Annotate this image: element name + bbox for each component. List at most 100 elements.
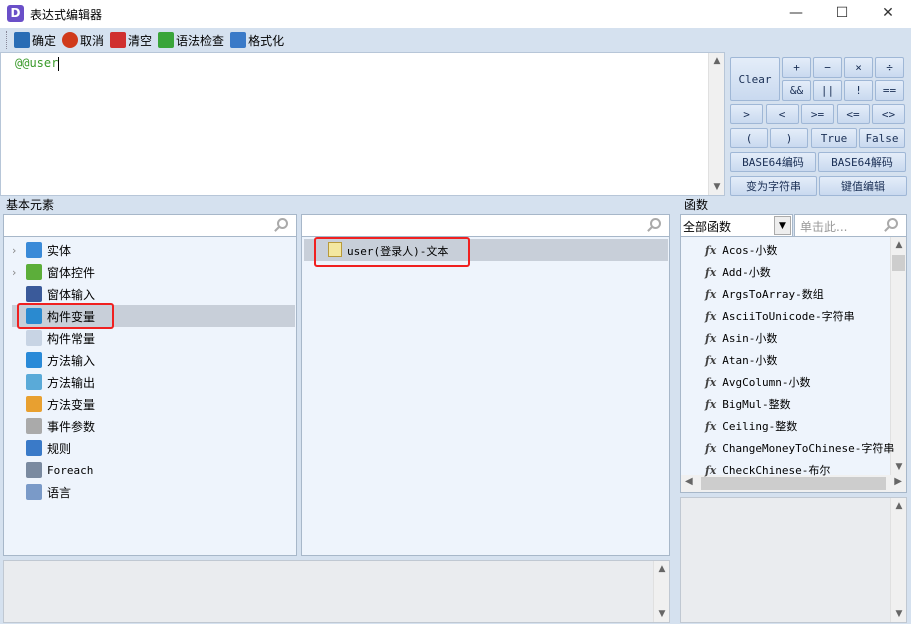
tree-item-label: 方法变量 xyxy=(47,397,96,412)
function-item[interactable]: fx BigMul-整数 xyxy=(705,393,791,415)
tree-item-1[interactable]: › 窗体控件 xyxy=(12,261,296,283)
function-item[interactable]: fx CheckChinese-布尔 xyxy=(705,459,830,481)
toolbar-button-save[interactable]: 确定 xyxy=(14,32,56,49)
operator-button[interactable]: && xyxy=(782,80,811,101)
function-icon: fx xyxy=(705,265,717,279)
function-label: ChangeMoneyToChinese-字符串 xyxy=(722,442,895,455)
base64-decode-button[interactable]: BASE64解码 xyxy=(818,152,906,172)
rule-icon xyxy=(26,440,42,456)
function-item[interactable]: fx Ceiling-整数 xyxy=(705,415,797,437)
tree-item-0[interactable]: › 实体 xyxy=(12,239,296,261)
function-label: Ceiling-整数 xyxy=(722,420,798,433)
function-icon: fx xyxy=(705,309,717,323)
function-category-select[interactable]: 全部函数 ▼ xyxy=(680,214,793,237)
function-description-box: ▲ ▼ xyxy=(680,497,907,623)
operator-button[interactable]: > xyxy=(730,104,763,124)
search-icon[interactable] xyxy=(887,218,898,229)
function-label: CheckChinese-布尔 xyxy=(722,464,831,477)
function-icon: fx xyxy=(705,419,717,433)
tree-item-11[interactable]: 语言 xyxy=(12,481,296,503)
operator-button[interactable]: + xyxy=(782,57,811,78)
operator-button[interactable]: || xyxy=(813,80,842,101)
text-caret xyxy=(58,56,60,71)
function-icon: fx xyxy=(705,243,717,257)
description-scrollbar[interactable]: ▲ ▼ xyxy=(653,561,669,622)
function-item[interactable]: fx AvgColumn-小数 xyxy=(705,371,811,393)
chevron-right-icon[interactable]: › xyxy=(12,266,26,279)
operator-button[interactable]: True xyxy=(811,128,857,148)
operator-button[interactable]: − xyxy=(813,57,842,78)
function-item[interactable]: fx Acos-小数 xyxy=(705,239,777,261)
tree-item-2[interactable]: 窗体输入 xyxy=(12,283,296,305)
tree-item-6[interactable]: 方法输出 xyxy=(12,371,296,393)
toolbar-button-power[interactable]: 取消 xyxy=(62,32,104,49)
expression-editor[interactable]: @@user ▲ ▼ xyxy=(0,52,725,196)
function-item[interactable]: fx ChangeMoneyToChinese-字符串 xyxy=(705,437,894,459)
editor-scrollbar[interactable]: ▲ ▼ xyxy=(708,53,724,195)
method-variable-icon xyxy=(26,396,42,412)
clear-button[interactable]: Clear xyxy=(730,57,780,101)
operator-button[interactable]: False xyxy=(859,128,905,148)
scroll-up-icon[interactable]: ▲ xyxy=(709,53,725,69)
method-output-icon xyxy=(26,374,42,390)
search-icon[interactable] xyxy=(650,218,661,229)
var-icon xyxy=(26,286,42,302)
chevron-down-icon[interactable]: ▼ xyxy=(774,216,791,235)
middle-search-input[interactable] xyxy=(301,214,670,237)
toolbar-button-clear[interactable]: 清空 xyxy=(110,32,152,49)
function-item[interactable]: fx Atan-小数 xyxy=(705,349,777,371)
operator-button[interactable]: ÷ xyxy=(875,57,904,78)
scroll-down-icon[interactable]: ▼ xyxy=(709,179,725,195)
kv-edit-button[interactable]: 键值编辑 xyxy=(819,176,907,196)
basic-search-input[interactable] xyxy=(3,214,297,237)
basic-elements-tree: › 实体 › 窗体控件 窗体输入 构件变量 构件常量 方法输入 方法输出 方法变量 事件参数 规则 Fo… xyxy=(3,236,297,556)
function-icon: fx xyxy=(705,331,717,345)
close-button[interactable]: ✕ xyxy=(865,0,911,28)
toolbar-button-label: 确定 xyxy=(32,33,57,48)
to-string-button[interactable]: 变为字符串 xyxy=(730,176,817,196)
function-search-input[interactable]: 单击此... xyxy=(794,214,907,237)
operator-button[interactable]: ! xyxy=(844,80,873,101)
function-item[interactable]: fx AsciiToUnicode-字符串 xyxy=(705,305,855,327)
function-item[interactable]: fx ArgsToArray-数组 xyxy=(705,283,824,305)
tree-item-9[interactable]: 规则 xyxy=(12,437,296,459)
function-label: AsciiToUnicode-字符串 xyxy=(722,310,855,323)
function-item[interactable]: fx Asin-小数 xyxy=(705,327,777,349)
operator-button[interactable]: == xyxy=(875,80,904,101)
function-item[interactable]: fx Add-小数 xyxy=(705,261,771,283)
operator-button[interactable]: <= xyxy=(836,104,870,124)
minimize-button[interactable]: — xyxy=(773,0,819,28)
foreach-icon xyxy=(26,462,42,478)
operator-button[interactable]: <> xyxy=(872,104,905,124)
toolbar-button-shield-check[interactable]: 语法检查 xyxy=(158,32,224,49)
tree-item-label: 规则 xyxy=(47,441,72,456)
tree-item-10[interactable]: Foreach xyxy=(12,459,296,481)
chevron-right-icon[interactable]: › xyxy=(12,244,26,257)
operator-button[interactable]: < xyxy=(765,104,799,124)
operator-button[interactable]: ( xyxy=(730,128,768,148)
function-label: Add-小数 xyxy=(722,266,771,279)
maximize-button[interactable]: ☐ xyxy=(819,0,865,28)
constant-icon xyxy=(26,330,42,346)
toolbar-button-format[interactable]: 格式化 xyxy=(230,32,284,49)
function-icon: fx xyxy=(705,353,717,367)
search-placeholder: 单击此... xyxy=(800,220,848,234)
operator-button[interactable]: ) xyxy=(770,128,808,148)
tree-item-label: 构件常量 xyxy=(47,331,96,346)
operator-button[interactable]: >= xyxy=(801,104,834,124)
function-icon: fx xyxy=(705,287,717,301)
method-input-icon xyxy=(26,352,42,368)
tree-item-4[interactable]: 构件常量 xyxy=(12,327,296,349)
operator-button[interactable]: × xyxy=(844,57,873,78)
save-icon xyxy=(14,32,30,48)
tree-item-8[interactable]: 事件参数 xyxy=(12,415,296,437)
tree-item-label: 方法输入 xyxy=(47,353,96,368)
tree-item-label: 方法输出 xyxy=(47,375,96,390)
base64-encode-button[interactable]: BASE64编码 xyxy=(730,152,816,172)
tree-item-7[interactable]: 方法变量 xyxy=(12,393,296,415)
search-icon[interactable] xyxy=(277,218,288,229)
scroll-thumb[interactable] xyxy=(892,255,905,271)
function-icon: fx xyxy=(705,463,717,477)
expression-text[interactable]: @@user xyxy=(15,56,58,70)
tree-item-5[interactable]: 方法输入 xyxy=(12,349,296,371)
